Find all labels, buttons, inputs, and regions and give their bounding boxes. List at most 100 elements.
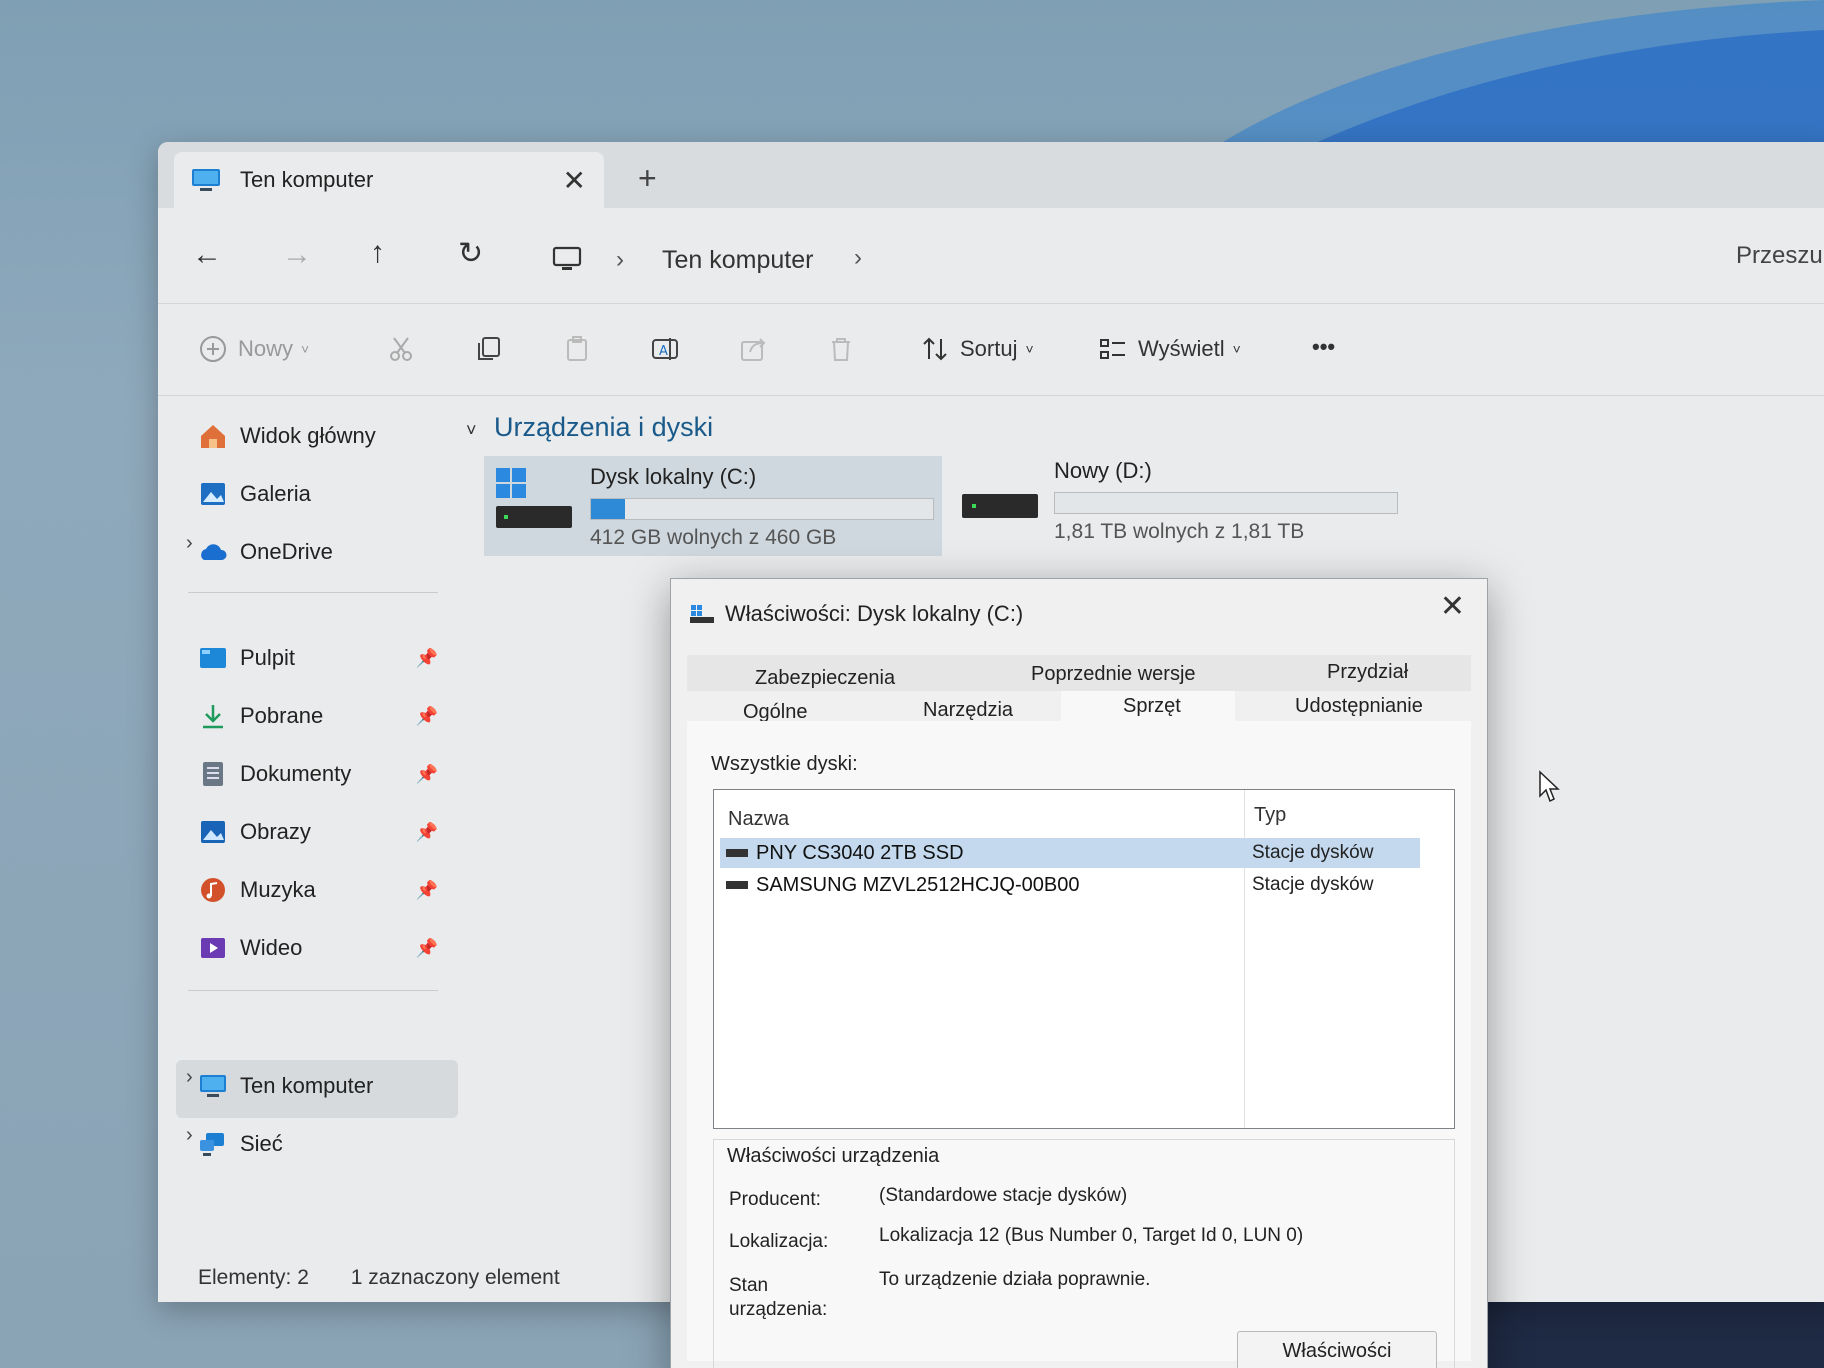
- sidebar-item-label: Sieć: [240, 1131, 283, 1156]
- expand-chevron-icon[interactable]: ›: [186, 1066, 193, 1089]
- close-icon[interactable]: ✕: [1440, 589, 1465, 624]
- sidebar-item-videos[interactable]: Wideo 📌: [198, 924, 438, 972]
- breadcrumb-chevron-icon[interactable]: ›: [854, 244, 862, 272]
- rename-icon: A: [652, 338, 678, 360]
- drive-usage-fill: [591, 499, 626, 519]
- column-header-name[interactable]: Nazwa: [728, 808, 789, 831]
- new-button[interactable]: Nowy ˅: [198, 334, 309, 364]
- column-header-type[interactable]: Typ: [1254, 804, 1286, 827]
- disk-drive-icon: [726, 881, 748, 889]
- sidebar-item-network[interactable]: Sieć: [198, 1120, 438, 1168]
- up-arrow-icon[interactable]: ↑: [370, 236, 385, 270]
- tab-ten-komputer[interactable]: Ten komputer ✕: [174, 152, 604, 208]
- breadcrumb-ten-komputer[interactable]: Ten komputer: [662, 246, 813, 275]
- cloud-icon: [201, 544, 227, 560]
- sidebar-item-music[interactable]: Muzyka 📌: [198, 866, 438, 914]
- tab-sprzet[interactable]: Sprzęt: [1123, 695, 1181, 718]
- location-value: Lokalizacja 12 (Bus Number 0, Target Id …: [879, 1225, 1304, 1246]
- disk-type: Stacje dysków: [1252, 874, 1374, 895]
- status-bar: Elementy: 2 1 zaznaczony element: [198, 1266, 596, 1290]
- collapse-chevron-icon[interactable]: ˅: [466, 420, 477, 441]
- status-selected-count: 1 zaznaczony element: [350, 1266, 560, 1289]
- tab-udostepnianie[interactable]: Udostępnianie: [1295, 695, 1423, 718]
- disk-name: SAMSUNG MZVL2512HCJQ-00B00: [756, 873, 1080, 896]
- more-options-button[interactable]: •••: [1312, 334, 1335, 360]
- new-tab-button[interactable]: +: [638, 162, 657, 194]
- svg-text:A: A: [659, 344, 668, 359]
- sidebar-item-this-pc[interactable]: Ten komputer: [198, 1062, 438, 1110]
- chevron-down-icon: ˅: [1025, 341, 1034, 357]
- copy-button[interactable]: [474, 334, 504, 364]
- paste-button[interactable]: [562, 334, 592, 364]
- sidebar-item-desktop[interactable]: Pulpit 📌: [198, 634, 438, 682]
- pin-icon[interactable]: 📌: [416, 880, 438, 901]
- pin-icon[interactable]: 📌: [416, 764, 438, 785]
- tab-przydzial[interactable]: Przydział: [1327, 661, 1408, 684]
- sidebar-item-downloads[interactable]: Pobrane 📌: [198, 692, 438, 740]
- sidebar-item-documents[interactable]: Dokumenty 📌: [198, 750, 438, 798]
- table-row[interactable]: PNY CS3040 2TB SSD Stacje dysków: [720, 838, 1420, 868]
- tab-zabezpieczenia[interactable]: Zabezpieczenia: [755, 667, 895, 690]
- sidebar-item-label: Pulpit: [240, 645, 296, 670]
- download-icon: [203, 705, 223, 729]
- drive-usage-bar: [590, 498, 934, 520]
- search-input[interactable]: Przeszuk: [1736, 242, 1824, 270]
- drive-free-space: 412 GB wolnych z 460 GB: [590, 526, 837, 549]
- pin-icon[interactable]: 📌: [416, 938, 438, 959]
- sidebar-item-label: Obrazy: [240, 819, 311, 844]
- sidebar-item-onedrive[interactable]: OneDrive: [198, 528, 438, 576]
- music-icon: [201, 878, 225, 902]
- group-title-devices[interactable]: Urządzenia i dyski: [494, 412, 713, 443]
- sidebar-item-gallery[interactable]: Galeria: [198, 470, 438, 518]
- expand-chevron-icon[interactable]: ›: [186, 532, 193, 555]
- view-button-label: Wyświetl: [1138, 336, 1225, 361]
- network-icon: [200, 1133, 224, 1156]
- back-arrow-icon[interactable]: ←: [192, 238, 222, 272]
- drive-c[interactable]: Dysk lokalny (C:) 412 GB wolnych z 460 G…: [484, 456, 942, 556]
- properties-button[interactable]: Właściwości: [1237, 1331, 1437, 1368]
- hard-drive-icon: [962, 494, 1038, 518]
- breadcrumb-chevron-icon[interactable]: ›: [616, 246, 624, 274]
- sidebar-item-label: Galeria: [240, 481, 311, 506]
- monitor-icon[interactable]: [552, 246, 582, 272]
- windows-drive-icon: [496, 468, 572, 528]
- drive-free-space: 1,81 TB wolnych z 1,81 TB: [1054, 520, 1305, 543]
- device-status-value: To urządzenie działa poprawnie.: [879, 1269, 1151, 1290]
- tab-close-button[interactable]: ✕: [563, 164, 586, 197]
- drive-name: Dysk lokalny (C:): [590, 464, 757, 489]
- pin-icon[interactable]: 📌: [416, 648, 438, 669]
- home-icon: [201, 425, 225, 448]
- computer-icon: [200, 1075, 226, 1097]
- pictures-icon: [201, 821, 225, 843]
- status-item-count: Elementy: 2: [198, 1266, 309, 1289]
- sidebar-item-label: OneDrive: [240, 539, 333, 564]
- rename-button[interactable]: A: [650, 334, 680, 364]
- pin-icon[interactable]: 📌: [416, 706, 438, 727]
- dialog-title: Właściwości: Dysk lokalny (C:): [725, 601, 1024, 626]
- manufacturer-value: (Standardowe stacje dysków): [879, 1185, 1128, 1206]
- video-icon: [201, 938, 225, 958]
- pin-icon[interactable]: 📌: [416, 822, 438, 843]
- tab-poprzednie-wersje[interactable]: Poprzednie wersje: [1031, 663, 1196, 686]
- address-bar: ← → ↑ ↻ › Ten komputer › Przeszuk: [158, 208, 1824, 304]
- title-bar: Ten komputer ✕ +: [158, 142, 1824, 208]
- location-label: Lokalizacja:: [729, 1231, 829, 1252]
- expand-chevron-icon[interactable]: ›: [186, 1124, 193, 1147]
- delete-button[interactable]: [826, 334, 856, 364]
- sidebar-item-label: Muzyka: [240, 877, 316, 902]
- table-row[interactable]: SAMSUNG MZVL2512HCJQ-00B00 Stacje dysków: [720, 870, 1420, 900]
- drive-d[interactable]: Nowy (D:) 1,81 TB wolnych z 1,81 TB: [952, 450, 1398, 550]
- sidebar-item-pictures[interactable]: Obrazy 📌: [198, 808, 438, 856]
- sort-icon: [923, 337, 947, 361]
- sort-button[interactable]: Sortuj ˅: [920, 334, 1034, 364]
- cut-button[interactable]: [386, 334, 416, 364]
- forward-arrow-icon[interactable]: →: [282, 238, 312, 272]
- disk-list[interactable]: Nazwa Typ PNY CS3040 2TB SSD Stacje dysk…: [713, 789, 1455, 1129]
- view-button[interactable]: Wyświetl ˅: [1098, 334, 1241, 364]
- share-button[interactable]: [738, 334, 768, 364]
- scissors-icon: [390, 337, 412, 361]
- tab-narzedzia[interactable]: Narzędzia: [923, 699, 1013, 722]
- chevron-down-icon: ˅: [301, 341, 310, 357]
- sidebar-item-home[interactable]: Widok główny: [198, 412, 438, 460]
- refresh-icon[interactable]: ↻: [458, 236, 483, 271]
